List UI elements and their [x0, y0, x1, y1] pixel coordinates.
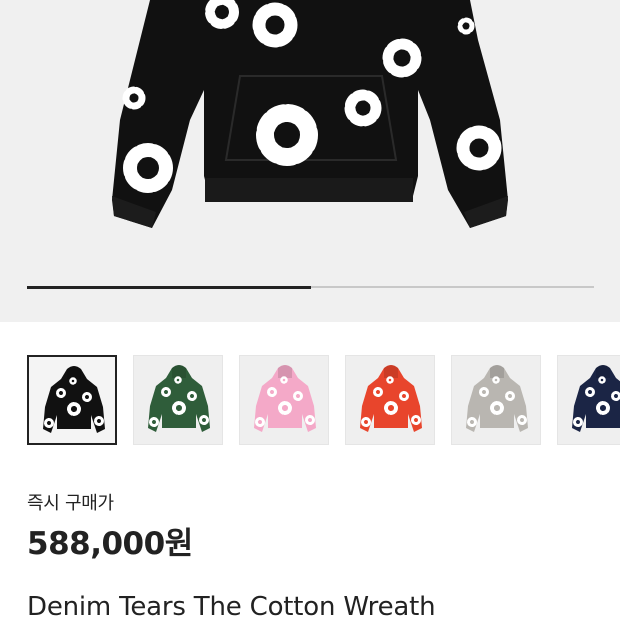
color-thumbnail[interactable]	[345, 355, 435, 445]
gallery-progress-fill	[27, 285, 311, 289]
hoodie-thumbnail-image	[572, 365, 620, 432]
hoodie-thumbnail-image	[466, 365, 528, 432]
hoodie-thumbnail-image	[254, 365, 316, 432]
gallery-progress-bar[interactable]	[27, 285, 594, 289]
price-label: 즉시 구매가	[27, 493, 114, 514]
color-thumbnail[interactable]	[133, 355, 223, 445]
product-image-gallery[interactable]	[0, 0, 620, 322]
product-title: Denim Tears The Cotton Wreath	[27, 592, 436, 622]
color-thumbnail[interactable]	[557, 355, 620, 445]
hoodie-main-image	[112, 0, 508, 228]
hoodie-thumbnail-image	[148, 365, 210, 432]
hoodie-thumbnail-image	[43, 366, 105, 433]
color-thumbnail-strip[interactable]	[27, 355, 620, 447]
hoodie-thumbnail-image	[360, 365, 422, 432]
price-value: 588,000원	[27, 526, 193, 562]
color-thumbnail[interactable]	[27, 355, 117, 445]
color-thumbnail[interactable]	[239, 355, 329, 445]
color-thumbnail[interactable]	[451, 355, 541, 445]
